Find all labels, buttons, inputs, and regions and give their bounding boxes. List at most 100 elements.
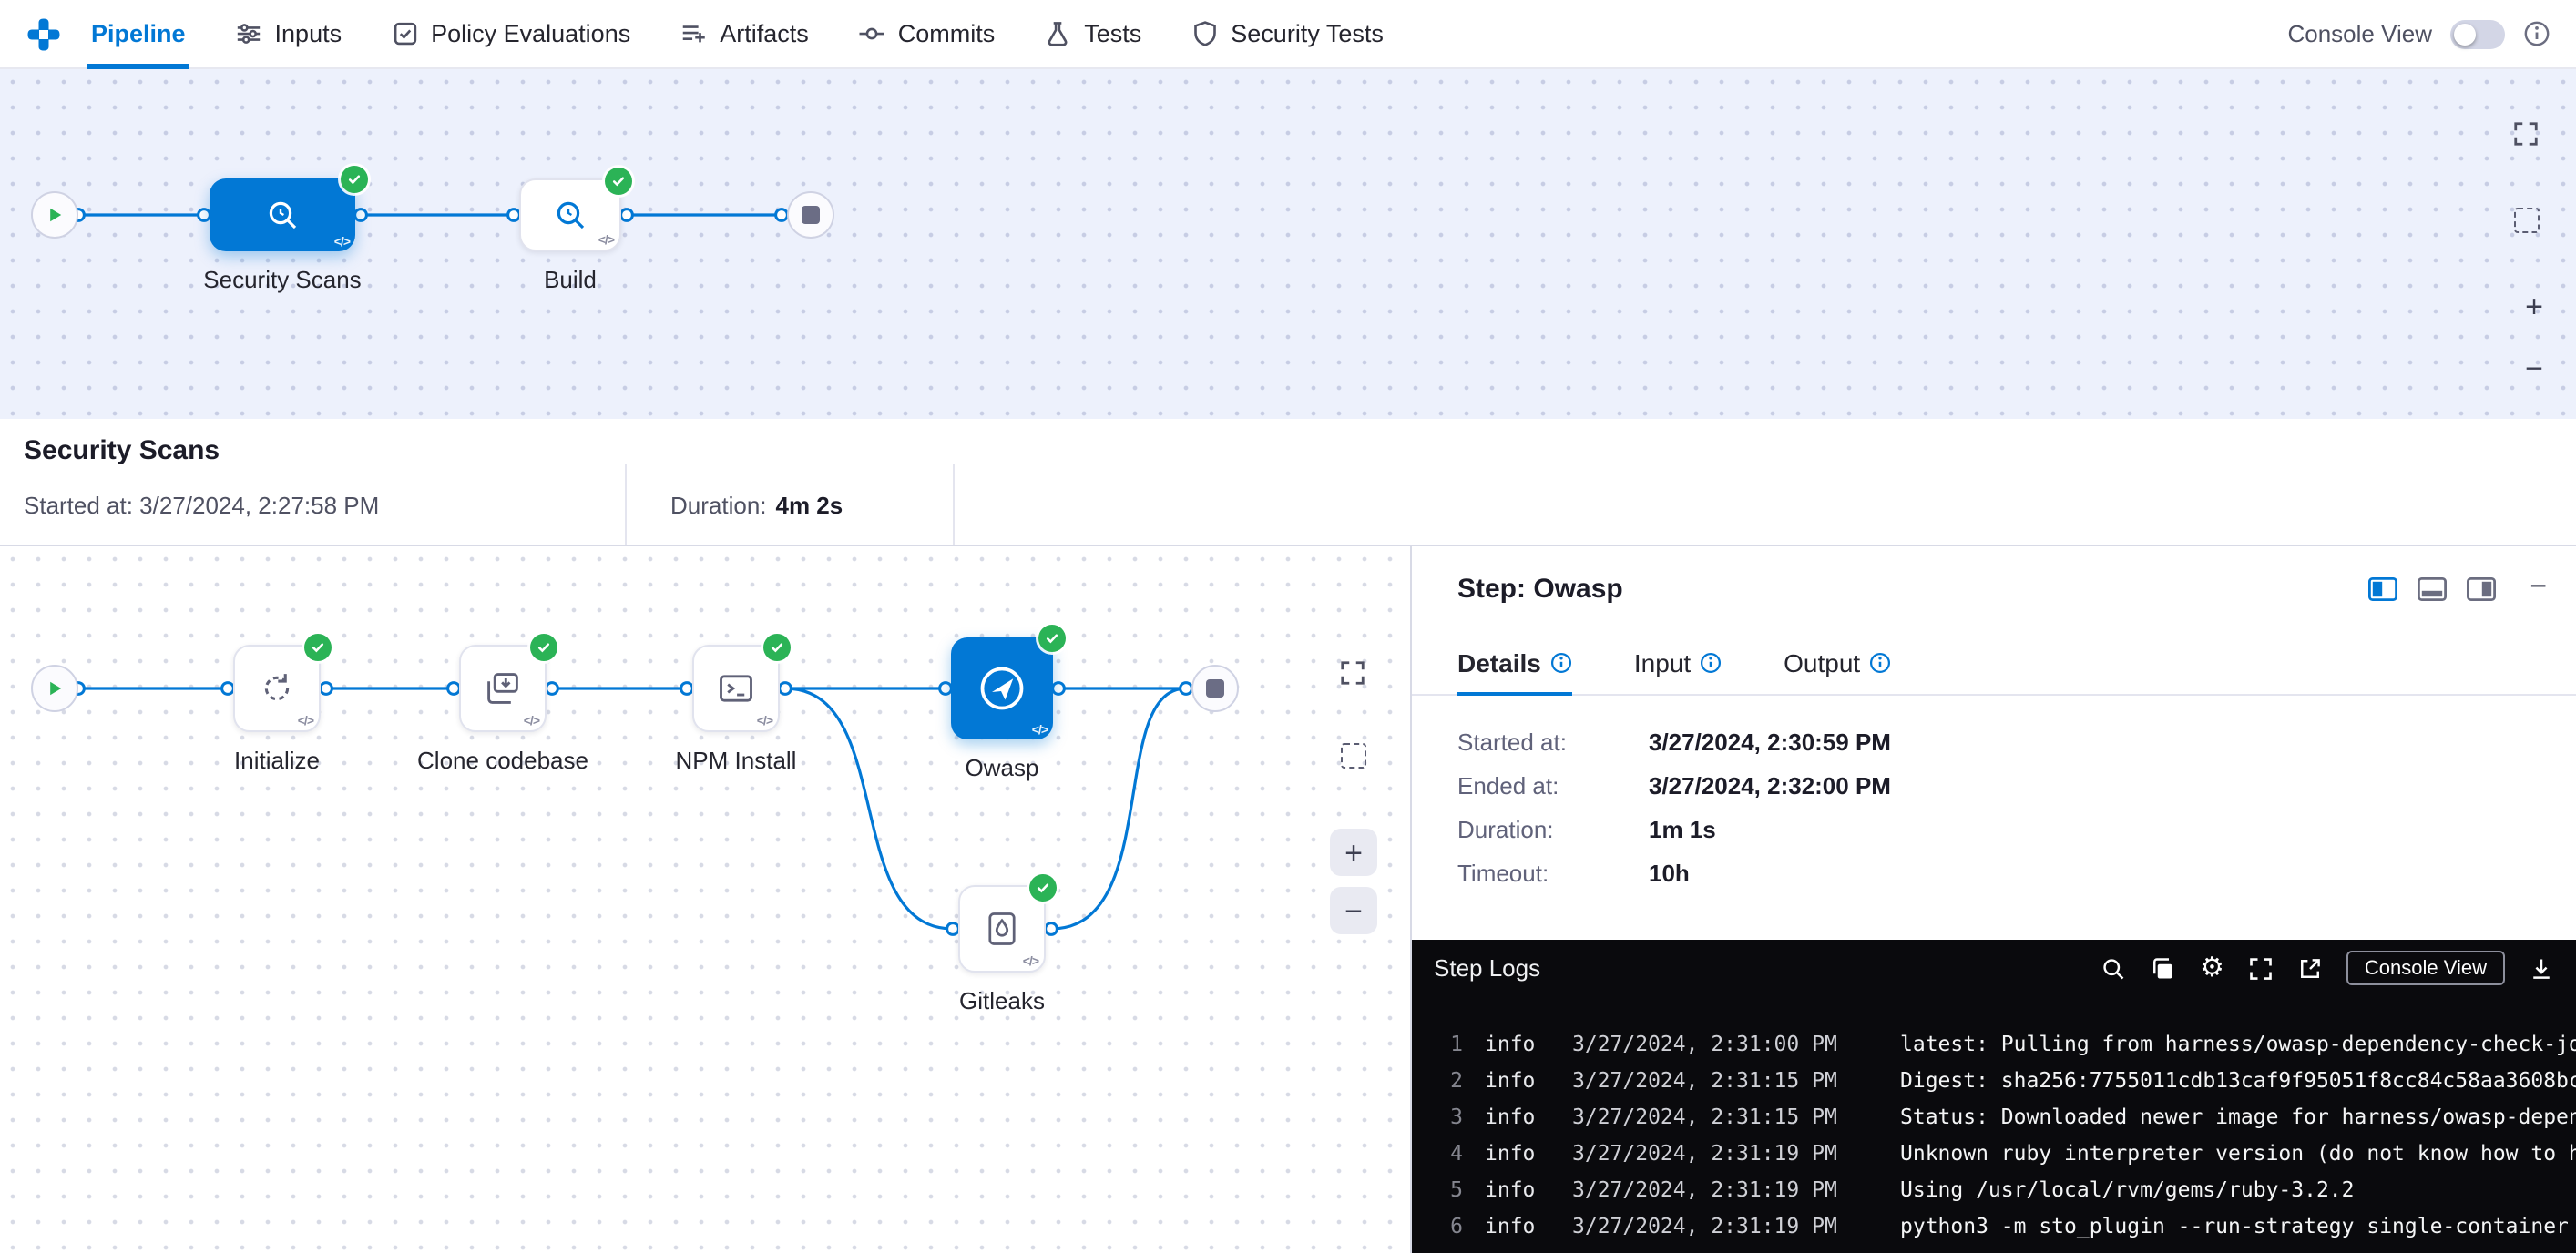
harness-logo[interactable]: [26, 15, 62, 52]
security-tests-icon: [1191, 20, 1218, 47]
code-step-glyph: </>: [757, 716, 772, 728]
success-badge: [304, 634, 332, 661]
log-line: 6 info 3/27/2024, 2:31:19 PM python3 -m …: [1434, 1207, 2576, 1244]
tab-output-label: Output: [1784, 648, 1860, 677]
success-badge: [1029, 874, 1057, 902]
step-node-owasp[interactable]: </>: [951, 637, 1053, 739]
inputs-icon: [235, 20, 262, 47]
detail-value: 10h: [1649, 852, 1690, 896]
marquee-icon: [1341, 743, 1366, 769]
log-level: info: [1485, 1098, 1547, 1135]
step-end-node[interactable]: [1191, 665, 1239, 712]
stop-icon: [1206, 679, 1224, 698]
stage-zoom-out-button[interactable]: −: [2525, 353, 2543, 384]
tab-details[interactable]: Details: [1457, 648, 1572, 694]
log-level: info: [1485, 1025, 1547, 1062]
success-badge: [763, 634, 791, 661]
success-badge: [530, 634, 557, 661]
stage-node-label: Build: [424, 266, 716, 293]
layout-left-pane-icon[interactable]: [2367, 576, 2397, 600]
nav-tabs: Pipeline Inputs Policy Evaluations Artif…: [91, 0, 1384, 68]
log-timestamp: 3/27/2024, 2:31:19 PM: [1572, 1171, 1849, 1207]
stage-zoom-in-button[interactable]: +: [2525, 291, 2543, 322]
console-view-button[interactable]: Console View: [2346, 951, 2505, 985]
collapse-panel-button[interactable]: −: [2530, 572, 2547, 605]
tab-input-label: Input: [1634, 648, 1691, 677]
layout-bottom-pane-icon[interactable]: [2417, 576, 2446, 600]
detail-value: 3/27/2024, 2:30:59 PM: [1649, 721, 1891, 765]
step-node-clone-codebase[interactable]: </>: [459, 645, 547, 732]
step-marquee-select-button[interactable]: [1341, 743, 1366, 769]
step-logs-panel: Step Logs ⚙ Console View 1 info 3/27/202…: [1412, 940, 2576, 1253]
tab-commits[interactable]: Commits: [858, 0, 996, 68]
log-timestamp: 3/27/2024, 2:31:15 PM: [1572, 1098, 1849, 1135]
log-timestamp: 3/27/2024, 2:31:19 PM: [1572, 1135, 1849, 1171]
stage-marquee-select-button[interactable]: [2514, 208, 2540, 233]
tab-security-tests[interactable]: Security Tests: [1191, 0, 1384, 68]
step-zoom-in-button[interactable]: +: [1330, 829, 1377, 876]
stage-graph-canvas[interactable]: </> Security Scans </> Build + −: [0, 69, 2576, 419]
security-scan-icon: [264, 197, 301, 233]
stage-start-node[interactable]: [31, 191, 78, 239]
log-line-number: 6: [1434, 1207, 1463, 1244]
fullscreen-icon[interactable]: [2248, 955, 2274, 981]
layout-right-pane-icon[interactable]: [2466, 576, 2495, 600]
tab-output[interactable]: Output: [1784, 648, 1891, 694]
download-icon[interactable]: [2529, 955, 2554, 981]
code-step-glyph: </>: [298, 716, 313, 728]
main-split: </> Initialize </> Clone codebase </> NP…: [0, 546, 2576, 1253]
stage-end-node[interactable]: [787, 191, 834, 239]
copy-icon[interactable]: [2151, 955, 2176, 981]
divider: [952, 464, 954, 545]
code-step-glyph: </>: [524, 716, 539, 728]
detail-row: Started at: 3/27/2024, 2:30:59 PM: [1457, 721, 2576, 765]
step-start-node[interactable]: [31, 665, 78, 712]
plus-icon: +: [2525, 291, 2543, 322]
step-graph-canvas[interactable]: </> Initialize </> Clone codebase </> NP…: [0, 546, 1412, 1253]
info-icon[interactable]: [2523, 20, 2550, 47]
tab-inputs-label: Inputs: [275, 20, 342, 47]
info-icon: [1700, 652, 1722, 674]
log-level: info: [1485, 1062, 1547, 1098]
log-line: 4 info 3/27/2024, 2:31:19 PM Unknown rub…: [1434, 1135, 2576, 1171]
policy-evaluations-icon: [391, 20, 418, 47]
open-in-new-icon[interactable]: [2297, 955, 2323, 981]
panel-layout-controls: −: [2367, 572, 2547, 605]
detail-label: Ended at:: [1457, 765, 1649, 809]
commits-icon: [858, 20, 885, 47]
step-node-initialize[interactable]: </>: [233, 645, 321, 732]
owasp-icon: [975, 661, 1029, 716]
tab-tests-label: Tests: [1084, 20, 1141, 47]
log-message: Status: Downloaded newer image for harne…: [1900, 1098, 2576, 1135]
tab-policy-evaluations[interactable]: Policy Evaluations: [391, 0, 630, 68]
tab-security-tests-label: Security Tests: [1231, 20, 1384, 47]
stage-node-build[interactable]: </>: [519, 178, 621, 251]
stage-fullscreen-button[interactable]: [2512, 120, 2540, 148]
tab-pipeline[interactable]: Pipeline: [91, 0, 186, 68]
play-icon: [44, 204, 66, 226]
code-step-glyph: </>: [598, 235, 614, 248]
step-panel-tabs: Details Input Output: [1412, 630, 2576, 696]
console-view-toggle[interactable]: [2450, 19, 2505, 48]
step-fullscreen-button[interactable]: [1339, 659, 1366, 687]
tab-pipeline-label: Pipeline: [91, 20, 186, 47]
step-node-gitleaks[interactable]: </>: [958, 885, 1046, 973]
settings-gear-icon[interactable]: ⚙: [2200, 954, 2224, 982]
stage-node-label: Security Scans: [137, 266, 428, 293]
tab-artifacts[interactable]: Artifacts: [680, 0, 809, 68]
step-node-npm-install[interactable]: </>: [692, 645, 780, 732]
search-icon[interactable]: [2101, 955, 2127, 981]
nav-right: Console View: [2287, 19, 2550, 48]
tab-inputs[interactable]: Inputs: [235, 0, 342, 68]
step-node-label: NPM Install: [590, 747, 882, 774]
log-line-number: 5: [1434, 1171, 1463, 1207]
step-zoom-out-button[interactable]: −: [1330, 887, 1377, 934]
tab-input[interactable]: Input: [1634, 648, 1722, 694]
step-logs-header: Step Logs ⚙ Console View: [1412, 940, 2576, 996]
log-message: python3 -m sto_plugin --run-strategy sin…: [1900, 1207, 2569, 1244]
success-badge: [1038, 625, 1066, 652]
step-details-table: Started at: 3/27/2024, 2:30:59 PM Ended …: [1412, 696, 2576, 940]
duration-label: Duration:: [670, 491, 767, 518]
tab-tests[interactable]: Tests: [1044, 0, 1141, 68]
stage-node-security-scans[interactable]: </>: [210, 178, 355, 251]
